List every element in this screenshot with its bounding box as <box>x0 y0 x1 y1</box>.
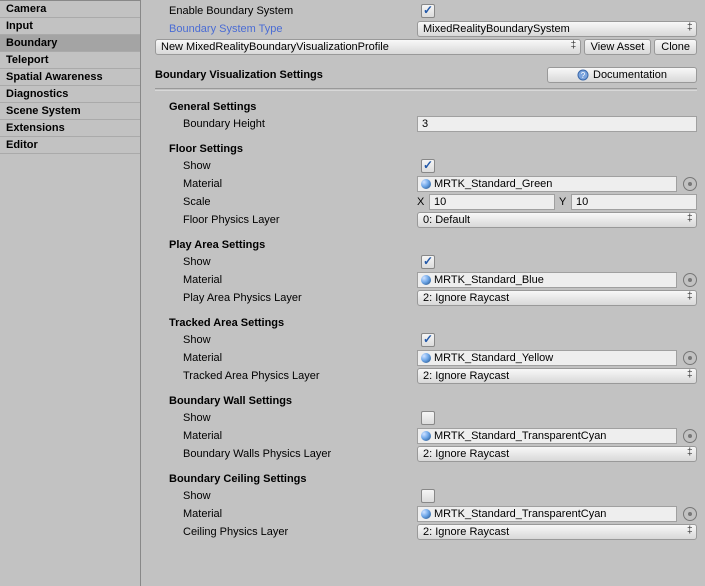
tracked-layer-dropdown[interactable]: 2: Ignore Raycast <box>417 368 697 384</box>
scale-y-label: Y <box>559 196 571 208</box>
wall-material-picker[interactable] <box>683 429 697 443</box>
documentation-label: Documentation <box>593 69 667 81</box>
sidebar: Camera Input Boundary Teleport Spatial A… <box>0 0 141 586</box>
play-show-checkbox[interactable] <box>421 255 435 269</box>
ceiling-show-label: Show <box>183 490 417 502</box>
play-layer-dropdown[interactable]: 2: Ignore Raycast <box>417 290 697 306</box>
sidebar-item-scene-system[interactable]: Scene System <box>0 103 140 120</box>
play-material-field[interactable]: MRTK_Standard_Blue <box>417 272 677 288</box>
play-area-settings-header: Play Area Settings <box>169 239 697 251</box>
ceiling-layer-label: Ceiling Physics Layer <box>183 526 417 538</box>
ceiling-material-field[interactable]: MRTK_Standard_TransparentCyan <box>417 506 677 522</box>
wall-material-field[interactable]: MRTK_Standard_TransparentCyan <box>417 428 677 444</box>
sidebar-item-boundary[interactable]: Boundary <box>0 35 140 52</box>
ceiling-show-checkbox[interactable] <box>421 489 435 503</box>
play-layer-label: Play Area Physics Layer <box>183 292 417 304</box>
boundary-height-label: Boundary Height <box>183 118 417 130</box>
tracked-area-settings-header: Tracked Area Settings <box>169 317 697 329</box>
tracked-material-label: Material <box>183 352 417 364</box>
scale-x-label: X <box>417 196 429 208</box>
tracked-show-label: Show <box>183 334 417 346</box>
clone-button[interactable]: Clone <box>654 39 697 55</box>
visualization-settings-header: Boundary Visualization Settings <box>155 69 544 81</box>
floor-material-label: Material <box>183 178 417 190</box>
enable-boundary-label: Enable Boundary System <box>169 5 417 17</box>
tracked-show-checkbox[interactable] <box>421 333 435 347</box>
sidebar-item-spatial-awareness[interactable]: Spatial Awareness <box>0 69 140 86</box>
play-material-picker[interactable] <box>683 273 697 287</box>
wall-material-label: Material <box>183 430 417 442</box>
main-panel: Enable Boundary System Boundary System T… <box>141 0 705 586</box>
tracked-material-value: MRTK_Standard_Yellow <box>434 351 553 365</box>
help-icon: ? <box>577 69 589 81</box>
play-material-value: MRTK_Standard_Blue <box>434 273 544 287</box>
sidebar-item-teleport[interactable]: Teleport <box>0 52 140 69</box>
boundary-ceiling-settings-header: Boundary Ceiling Settings <box>169 473 697 485</box>
ceiling-material-picker[interactable] <box>683 507 697 521</box>
play-show-label: Show <box>183 256 417 268</box>
root: Camera Input Boundary Teleport Spatial A… <box>0 0 705 586</box>
sidebar-item-input[interactable]: Input <box>0 18 140 35</box>
wall-layer-dropdown[interactable]: 2: Ignore Raycast <box>417 446 697 462</box>
floor-scale-y-field[interactable]: 10 <box>571 194 697 210</box>
view-asset-button[interactable]: View Asset <box>584 39 652 55</box>
profile-dropdown[interactable]: New MixedRealityBoundaryVisualizationPro… <box>155 39 581 55</box>
floor-scale-label: Scale <box>183 196 417 208</box>
general-settings-header: General Settings <box>169 101 697 113</box>
floor-settings-header: Floor Settings <box>169 143 697 155</box>
documentation-button[interactable]: ? Documentation <box>547 67 697 83</box>
ceiling-layer-dropdown[interactable]: 2: Ignore Raycast <box>417 524 697 540</box>
floor-material-value: MRTK_Standard_Green <box>434 177 552 191</box>
boundary-height-field[interactable]: 3 <box>417 116 697 132</box>
boundary-system-type-label[interactable]: Boundary System Type <box>169 23 417 35</box>
floor-material-field[interactable]: MRTK_Standard_Green <box>417 176 677 192</box>
floor-scale-x-field[interactable]: 10 <box>429 194 555 210</box>
floor-show-checkbox[interactable] <box>421 159 435 173</box>
material-icon <box>421 275 431 285</box>
sidebar-item-extensions[interactable]: Extensions <box>0 120 140 137</box>
wall-show-label: Show <box>183 412 417 424</box>
material-icon <box>421 179 431 189</box>
boundary-wall-settings-header: Boundary Wall Settings <box>169 395 697 407</box>
ceiling-material-label: Material <box>183 508 417 520</box>
wall-layer-label: Boundary Walls Physics Layer <box>183 448 417 460</box>
play-material-label: Material <box>183 274 417 286</box>
floor-layer-dropdown[interactable]: 0: Default <box>417 212 697 228</box>
boundary-system-type-dropdown[interactable]: MixedRealityBoundarySystem <box>417 21 697 37</box>
tracked-material-picker[interactable] <box>683 351 697 365</box>
wall-material-value: MRTK_Standard_TransparentCyan <box>434 429 606 443</box>
wall-show-checkbox[interactable] <box>421 411 435 425</box>
floor-material-picker[interactable] <box>683 177 697 191</box>
tracked-material-field[interactable]: MRTK_Standard_Yellow <box>417 350 677 366</box>
material-icon <box>421 353 431 363</box>
sidebar-item-camera[interactable]: Camera <box>0 1 140 18</box>
floor-layer-label: Floor Physics Layer <box>183 214 417 226</box>
floor-show-label: Show <box>183 160 417 172</box>
tracked-layer-label: Tracked Area Physics Layer <box>183 370 417 382</box>
sidebar-item-editor[interactable]: Editor <box>0 137 140 154</box>
divider <box>155 88 697 91</box>
material-icon <box>421 509 431 519</box>
material-icon <box>421 431 431 441</box>
sidebar-item-diagnostics[interactable]: Diagnostics <box>0 86 140 103</box>
ceiling-material-value: MRTK_Standard_TransparentCyan <box>434 507 606 521</box>
enable-boundary-checkbox[interactable] <box>421 4 435 18</box>
svg-text:?: ? <box>581 71 586 80</box>
